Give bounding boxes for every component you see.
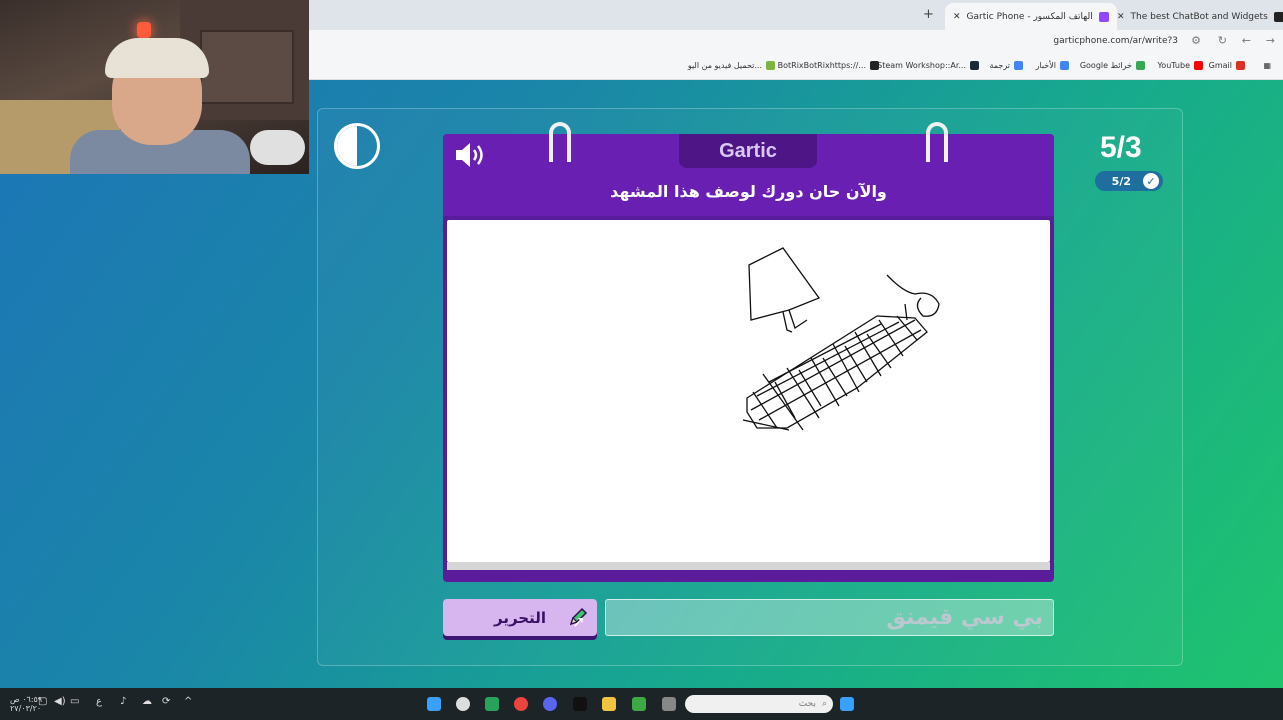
translate-icon	[1014, 61, 1023, 70]
players-done-badge: 5/2 ✓	[1095, 171, 1163, 191]
maps-icon	[1136, 61, 1145, 70]
language-indicator[interactable]: ع	[96, 696, 102, 707]
news-icon	[1060, 61, 1069, 70]
task-view-icon[interactable]	[662, 697, 676, 711]
chrome-icon[interactable]	[514, 697, 528, 711]
app-icon[interactable]	[427, 697, 441, 711]
clock-app-icon[interactable]	[456, 697, 470, 711]
description-input[interactable]: بي سي قيمنق	[605, 599, 1054, 636]
cloud-icon[interactable]: ☁	[142, 696, 152, 707]
bookmark-video-download[interactable]: تحميل فيديو من اليو...	[688, 61, 775, 70]
windows-start-icon[interactable]	[840, 697, 854, 711]
chevron-up-icon[interactable]: ^	[184, 696, 192, 707]
binder-ring-icon	[926, 122, 948, 162]
close-icon[interactable]: ✕	[953, 12, 961, 22]
card-header: Gartic والآن حان دورك لوصف هذا المشهد	[443, 122, 1054, 216]
microphone-icon[interactable]: ♪	[120, 696, 126, 707]
round-counter: 5/3	[1100, 131, 1142, 164]
speaker-icon[interactable]	[453, 140, 487, 170]
twitch-icon	[1098, 11, 1109, 22]
editor-icon[interactable]	[573, 697, 587, 711]
folder-icon[interactable]	[602, 697, 616, 711]
gmail-icon	[1236, 61, 1245, 70]
discord-icon[interactable]	[543, 697, 557, 711]
drawing-canvas	[447, 220, 1050, 562]
forward-arrow-icon[interactable]: ←	[1242, 34, 1251, 47]
notification-icon[interactable]: ▢	[38, 696, 47, 707]
taskbar: ٠٦:٥٩ ص ٢٧/٠٣/٢٠ ▢ ◀) ▭ ع ♪ ☁ ⟳ ^ بحث ⌕	[0, 688, 1283, 720]
bookmark-steam[interactable]: Steam Workshop::Ar...	[877, 61, 979, 70]
network-icon[interactable]: ▭	[70, 696, 79, 707]
site-settings-icon[interactable]: ⚙	[1191, 34, 1201, 47]
bookmark-gmail[interactable]: Gmail	[1209, 61, 1245, 70]
gartic-logo: Gartic	[679, 134, 817, 168]
sync-icon[interactable]: ⟳	[162, 696, 170, 707]
webcam-overlay	[0, 0, 309, 174]
address-bar: → ← ↻ ⚙ garticphone.com/ar/write?3	[309, 30, 1283, 54]
bookmark-youtube[interactable]: YouTube	[1157, 61, 1203, 70]
back-arrow-icon[interactable]: →	[1266, 34, 1275, 47]
task-prompt: والآن حان دورك لوصف هذا المشهد	[610, 182, 887, 201]
botrix-icon	[870, 61, 879, 70]
volume-icon[interactable]: ◀)	[54, 696, 66, 707]
tab-favicon-icon	[1273, 11, 1283, 22]
steam-icon	[970, 61, 979, 70]
browser-tabstrip: ✕ The best ChatBot and Widgets ✕ Gartic …	[309, 0, 1283, 30]
tab-chatbot[interactable]: ✕ The best ChatBot and Widgets	[1109, 3, 1283, 30]
apps-grid-icon[interactable]: ▦	[1263, 61, 1271, 70]
close-icon[interactable]: ✕	[1117, 12, 1125, 22]
streaming-app-icon[interactable]	[485, 697, 499, 711]
contrast-toggle-button[interactable]	[334, 123, 380, 169]
contrast-icon	[337, 126, 357, 166]
game-card: Gartic والآن حان دورك لوصف هذا المشهد	[443, 122, 1054, 582]
url-field[interactable]: garticphone.com/ar/write?3	[1053, 36, 1178, 46]
binder-ring-icon	[549, 122, 571, 162]
check-icon: ✓	[1143, 173, 1159, 189]
bookmarks-bar: ▦ Gmail YouTube Google خرائط الأخبار ترج…	[309, 54, 1283, 80]
android-icon	[766, 61, 775, 70]
bookmark-maps[interactable]: Google خرائط	[1080, 61, 1145, 70]
minecraft-icon[interactable]	[632, 697, 646, 711]
tab-gartic-phone[interactable]: ✕ Gartic Phone - الهاتف المكسور	[945, 3, 1117, 30]
search-icon: ⌕	[821, 699, 827, 709]
taskbar-search[interactable]: بحث ⌕	[685, 695, 833, 713]
player-drawing	[742, 247, 940, 431]
mouse-cursor: ➚	[572, 612, 586, 631]
youtube-icon	[1194, 61, 1203, 70]
bookmark-botrix[interactable]: BotRixBotRixhttps://...	[778, 61, 879, 70]
new-tab-button[interactable]: +	[923, 7, 934, 22]
reload-icon[interactable]: ↻	[1218, 34, 1227, 47]
bookmark-translate[interactable]: ترجمة	[990, 61, 1023, 70]
bookmark-news[interactable]: الأخبار	[1036, 61, 1069, 70]
